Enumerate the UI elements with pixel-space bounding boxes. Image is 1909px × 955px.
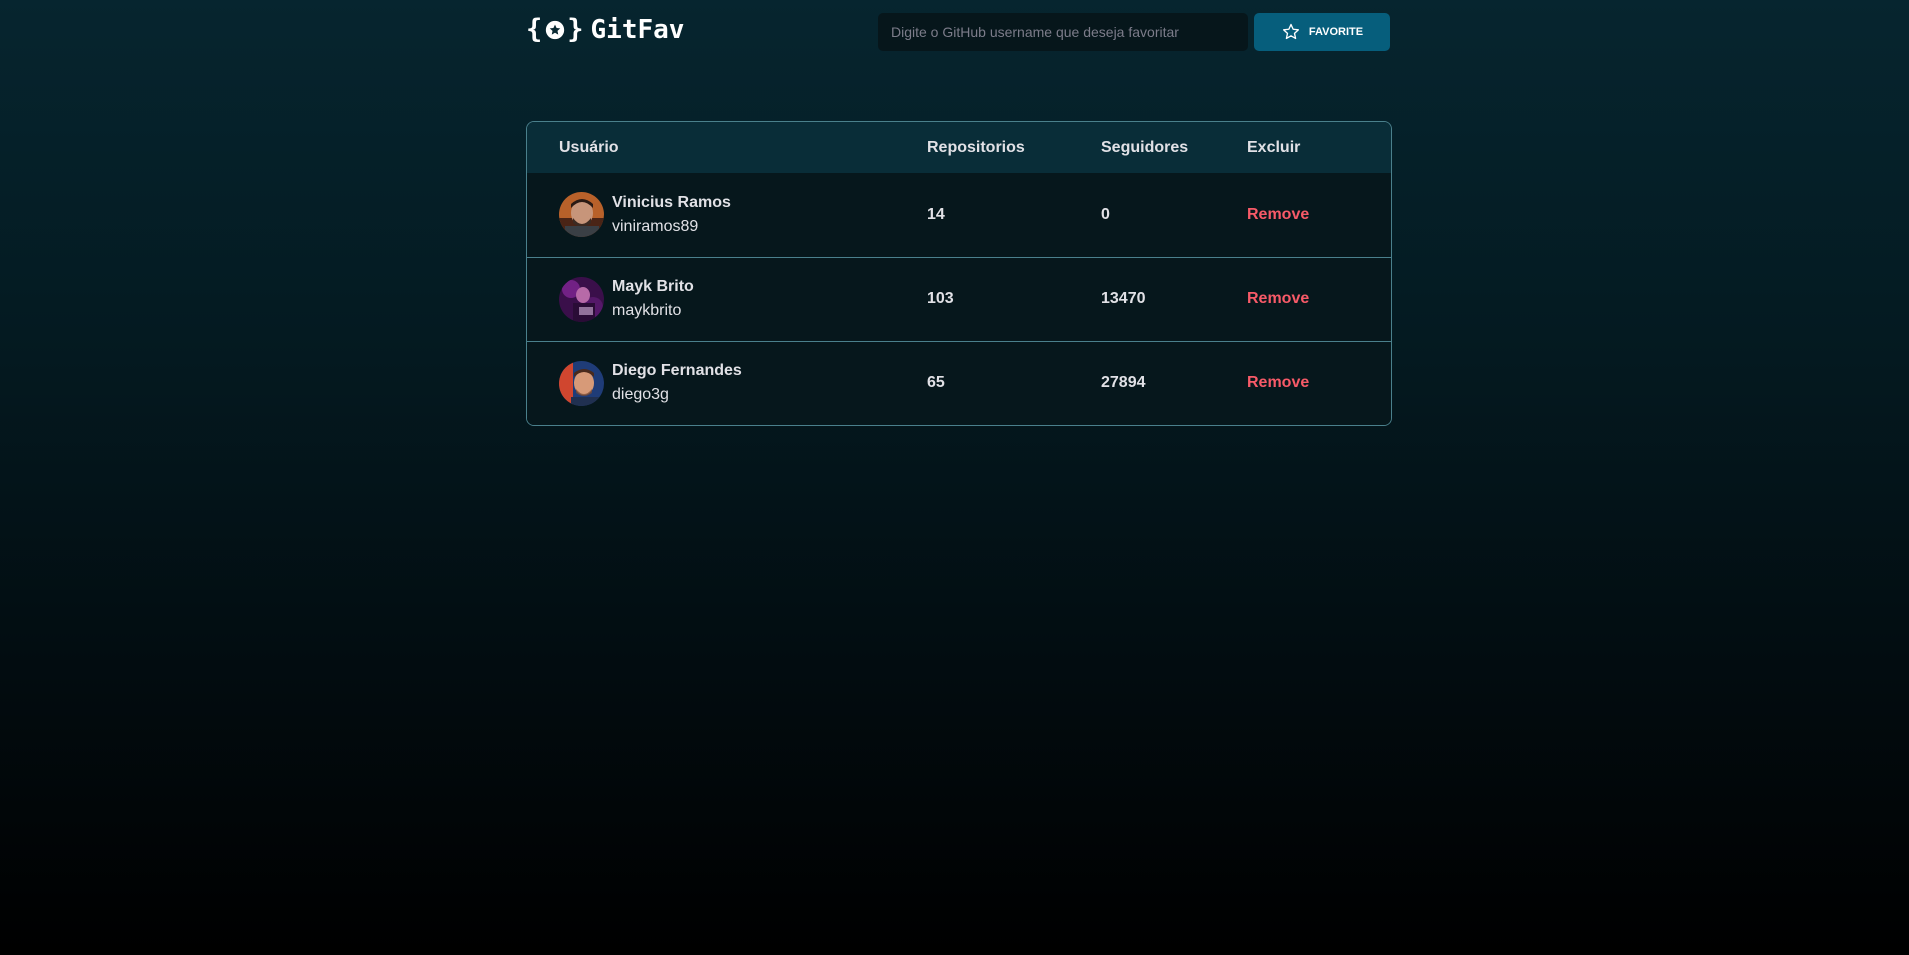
user-login: diego3g xyxy=(612,386,669,404)
favorite-button[interactable]: FAVORITE xyxy=(1254,13,1390,51)
user-login: maykbrito xyxy=(612,302,682,319)
column-header-user: Usuário xyxy=(527,122,927,173)
repositories-count: 14 xyxy=(927,205,945,223)
avatar xyxy=(559,192,604,238)
star-icon xyxy=(1282,23,1299,40)
avatar xyxy=(559,360,604,406)
column-header-followers: Seguidores xyxy=(1101,122,1247,173)
favorite-button-label: FAVORITE xyxy=(1308,26,1364,38)
followers-count: 27894 xyxy=(1101,340,1247,425)
followers-count: 0 xyxy=(1101,205,1110,223)
repositories-count: 103 xyxy=(927,256,1101,341)
braces-star-icon: {} xyxy=(526,14,585,45)
repositories-count: 65 xyxy=(927,340,1101,425)
table-row: Diego Fernandes diego3g 65 27894 Remove xyxy=(527,340,1391,425)
search-input[interactable] xyxy=(878,13,1248,51)
user-cell[interactable]: Vinicius Ramos viniramos89 xyxy=(559,192,927,238)
avatar xyxy=(559,276,604,322)
logo: {} GitFav xyxy=(526,14,684,45)
column-header-repositories: Repositorios xyxy=(927,122,1101,173)
user-name: Vinicius Ramos xyxy=(612,193,731,211)
column-header-delete: Excluir xyxy=(1247,122,1391,173)
table-header-row: Usuário Repositorios Seguidores Excluir xyxy=(527,122,1391,173)
remove-button[interactable]: Remove xyxy=(1247,206,1309,224)
search-bar: FAVORITE xyxy=(878,13,1390,51)
user-cell[interactable]: Mayk Brito maykbrito xyxy=(559,276,927,322)
logo-text: GitFav xyxy=(590,14,685,45)
table-row: Vinicius Ramos viniramos89 14 0 Remove xyxy=(527,173,1391,257)
favorites-table: Usuário Repositorios Seguidores Excluir xyxy=(526,121,1392,426)
user-name: Mayk Brito xyxy=(612,278,694,295)
app: {} GitFav FAVORITE Usuário Repositorios … xyxy=(526,0,1392,426)
user-login: viniramos89 xyxy=(612,217,699,235)
remove-button[interactable]: Remove xyxy=(1247,374,1309,392)
remove-button[interactable]: Remove xyxy=(1247,290,1309,308)
user-cell[interactable]: Diego Fernandes diego3g xyxy=(559,360,927,406)
followers-count: 13470 xyxy=(1101,256,1247,341)
user-name: Diego Fernandes xyxy=(612,362,742,380)
header: {} GitFav FAVORITE xyxy=(526,0,1390,64)
table-row: Mayk Brito maykbrito 103 13470 Remove xyxy=(527,256,1391,341)
